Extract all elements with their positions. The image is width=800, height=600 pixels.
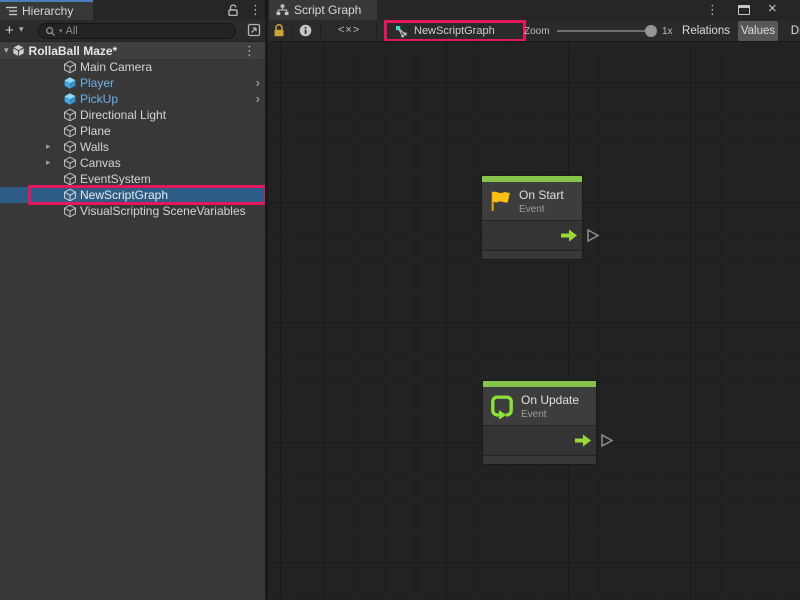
search-picker-icon[interactable] bbox=[247, 23, 261, 37]
on-update-node[interactable]: On Update Event bbox=[482, 380, 597, 465]
hierarchy-item-pickup[interactable]: PickUp › bbox=[0, 91, 265, 107]
graph-tree-icon bbox=[276, 4, 289, 16]
hierarchy-menu-kebab-icon[interactable]: ⋮ bbox=[249, 3, 262, 16]
zoom-value: 1x bbox=[662, 26, 673, 37]
scene-name: RollaBall Maze* bbox=[29, 44, 118, 58]
search-icon bbox=[45, 26, 56, 37]
trigger-output-arrow-icon[interactable] bbox=[575, 433, 592, 448]
graph-tab-bar: Script Graph ⋮ × bbox=[268, 0, 800, 20]
hierarchy-item-directional-light[interactable]: Directional Light bbox=[0, 107, 265, 123]
hierarchy-item-canvas[interactable]: ▸ Canvas bbox=[0, 155, 265, 171]
window-menu-kebab-icon[interactable]: ⋮ bbox=[706, 3, 719, 16]
variables-toggle[interactable]: <×> bbox=[338, 24, 360, 36]
node-header: On Start Event bbox=[482, 182, 582, 220]
hierarchy-list-icon bbox=[6, 6, 17, 16]
create-object-button[interactable]: + bbox=[5, 22, 14, 39]
node-port-row bbox=[482, 220, 582, 250]
node-title: On Start bbox=[519, 188, 564, 202]
hierarchy-item-newscriptgraph[interactable]: NewScriptGraph bbox=[0, 187, 265, 203]
hierarchy-search-input[interactable]: ▾ All bbox=[38, 23, 236, 39]
hierarchy-item-main-camera[interactable]: Main Camera bbox=[0, 59, 265, 75]
close-icon[interactable]: × bbox=[768, 0, 777, 17]
relations-button[interactable]: Relations bbox=[676, 21, 736, 41]
zoom-slider-knob[interactable] bbox=[645, 25, 657, 37]
node-title: On Update bbox=[521, 393, 579, 407]
node-port-row bbox=[483, 425, 596, 455]
hierarchy-tab-bar: Hierarchy ⋮ bbox=[0, 0, 265, 20]
search-filter-caret-icon[interactable]: ▾ bbox=[59, 27, 63, 35]
search-placeholder: All bbox=[66, 25, 78, 37]
prefab-chevron-icon[interactable]: › bbox=[256, 91, 260, 106]
node-footer bbox=[482, 250, 582, 259]
create-dropdown-caret-icon[interactable]: ▾ bbox=[19, 24, 24, 35]
hierarchy-panel: Hierarchy ⋮ + ▾ ▾ All ▾ RollaBall Maze* … bbox=[0, 0, 265, 600]
graph-breadcrumb[interactable]: NewScriptGraph bbox=[384, 20, 526, 42]
foldout-collapsed-icon[interactable]: ▸ bbox=[46, 157, 51, 168]
graph-toolbar: <×> NewScriptGraph Zoom 1x Relations Val… bbox=[268, 20, 800, 42]
hierarchy-item-player[interactable]: Player › bbox=[0, 75, 265, 91]
output-port-triangle-icon[interactable] bbox=[600, 433, 614, 448]
gameobject-cube-icon bbox=[63, 204, 77, 223]
lock-icon[interactable] bbox=[273, 24, 285, 37]
info-icon[interactable] bbox=[299, 24, 312, 37]
hierarchy-item-eventsystem[interactable]: EventSystem bbox=[0, 171, 265, 187]
zoom-label: Zoom bbox=[524, 26, 550, 37]
tab-script-graph[interactable]: Script Graph bbox=[269, 0, 377, 20]
hierarchy-tab-label: Hierarchy bbox=[22, 4, 73, 18]
loop-icon bbox=[489, 393, 515, 419]
node-header: On Update Event bbox=[483, 387, 596, 425]
trigger-output-arrow-icon[interactable] bbox=[561, 228, 578, 243]
tab-hierarchy[interactable]: Hierarchy bbox=[0, 0, 93, 20]
hierarchy-toolbar: + ▾ ▾ All bbox=[0, 20, 265, 42]
node-subtitle: Event bbox=[519, 204, 564, 215]
prefab-chevron-icon[interactable]: › bbox=[256, 75, 260, 90]
flag-icon bbox=[488, 188, 513, 214]
scene-menu-kebab-icon[interactable]: ⋮ bbox=[243, 44, 256, 57]
zoom-slider-track[interactable] bbox=[557, 30, 652, 32]
unlock-icon[interactable] bbox=[228, 4, 239, 16]
hierarchy-item-visualscripting-scenevariables[interactable]: VisualScripting SceneVariables bbox=[0, 203, 265, 219]
node-footer bbox=[483, 455, 596, 464]
values-button[interactable]: Values bbox=[738, 21, 778, 41]
maximize-icon[interactable] bbox=[738, 5, 750, 15]
script-graph-tab-label: Script Graph bbox=[294, 3, 361, 17]
foldout-collapsed-icon[interactable]: ▸ bbox=[46, 141, 51, 152]
script-graph-asset-icon bbox=[395, 25, 408, 38]
unity-scene-icon bbox=[12, 44, 25, 57]
on-start-node[interactable]: On Start Event bbox=[481, 175, 583, 260]
hierarchy-item-walls[interactable]: ▸ Walls bbox=[0, 139, 265, 155]
hierarchy-item-plane[interactable]: Plane bbox=[0, 123, 265, 139]
scene-foldout-icon[interactable]: ▾ bbox=[4, 45, 9, 56]
breadcrumb-graph-name: NewScriptGraph bbox=[414, 25, 495, 37]
dim-button[interactable]: Dim bbox=[781, 21, 800, 41]
script-graph-panel: Script Graph ⋮ × <×> NewScriptGraph Zoom… bbox=[268, 0, 800, 600]
hierarchy-item-list: Main Camera Player › PickUp › Directiona… bbox=[0, 59, 265, 219]
output-port-triangle-icon[interactable] bbox=[586, 228, 600, 243]
graph-canvas[interactable]: On Start Event On Updat bbox=[268, 42, 800, 600]
node-subtitle: Event bbox=[521, 409, 579, 420]
scene-header-row[interactable]: ▾ RollaBall Maze* ⋮ bbox=[0, 42, 265, 59]
